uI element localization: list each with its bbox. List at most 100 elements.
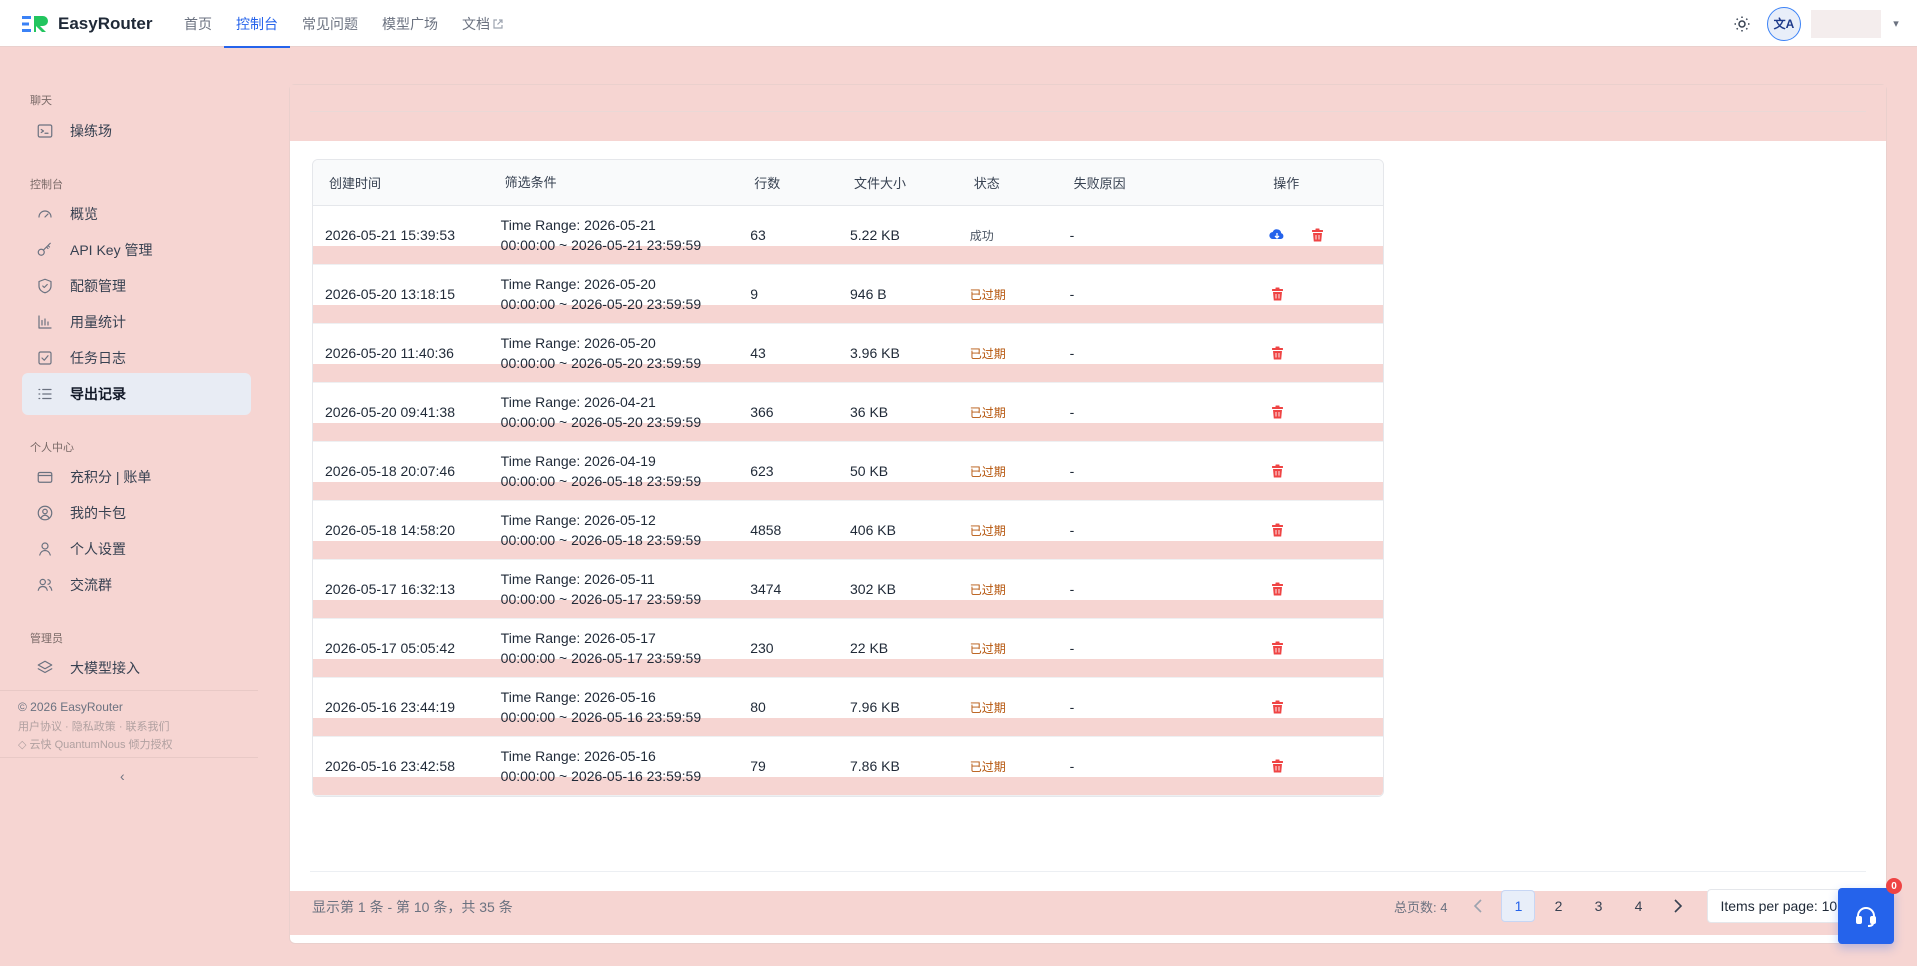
col-filter[interactable]: 筛选条件 [493,173,743,193]
created-time: 2026-05-21 15:39:53 [325,227,455,243]
top-bar: EasyRouter 首页 控制台 常见问题 模型广场 文档 文A ▾ [0,0,1917,48]
total-pages-value: 4 [1440,899,1448,915]
trash-icon[interactable] [1269,463,1285,479]
created-time: 2026-05-18 14:58:20 [325,522,455,538]
chevron-left-icon [1474,899,1483,913]
file-size: 946 B [850,286,887,302]
filter-line-1: Time Range: 2026-05-20 [500,276,656,292]
user-icon [36,540,54,558]
created-time: 2026-05-16 23:42:58 [325,758,455,774]
footer-links[interactable]: 用户协议 · 隐私政策 · 联系我们 [18,718,170,734]
file-size: 50 KB [850,463,889,479]
trash-icon[interactable] [1269,404,1285,420]
filter-condition: Time Range: 2026-05-11 00:00:00 ~ 2026-05… [493,569,743,609]
row-actions [1261,699,1383,715]
support-button[interactable] [1838,888,1894,944]
language-button[interactable]: 文A [1767,6,1801,41]
status-badge: 已过期 [969,700,1006,715]
status-badge: 已过期 [969,346,1006,361]
nav-item-3[interactable]: 模型广场 [370,0,450,47]
filter-condition: Time Range: 2026-05-21 00:00:00 ~ 2026-05… [493,215,743,255]
nav-item-4[interactable]: 文档 [450,0,515,47]
filter-line-2: 00:00:00 ~ 2026-05-16 23:59:59 [500,709,702,725]
filter-line-1: Time Range: 2026-05-20 [500,335,656,351]
brand[interactable]: EasyRouter [22,0,152,47]
filter-line-1: Time Range: 2026-05-17 [500,630,656,646]
failure-reason: - [1069,463,1075,479]
sidebar-section-title: 管理员 [30,633,63,645]
next-page-button[interactable] [1661,890,1695,922]
sidebar-item-1-5[interactable]: 导出记录 [22,373,251,415]
sidebar-item-3-0[interactable]: 大模型接入 [22,647,251,689]
collapse-sidebar-icon[interactable]: ‹ [120,768,125,784]
theme-toggle-button[interactable] [1727,9,1757,39]
divider [310,111,1866,112]
page-2-button[interactable]: 2 [1541,890,1575,922]
items-per-page-select[interactable]: Items per page: 10 [1707,889,1851,923]
filter-line-2: 00:00:00 ~ 2026-05-18 23:59:59 [500,532,702,548]
created-time: 2026-05-20 09:41:38 [325,404,455,420]
status-badge: 已过期 [969,405,1006,420]
col-size[interactable]: 文件大小 [842,173,962,192]
sidebar-item-label: 充积分 | 账单 [70,469,152,485]
failure-reason: - [1069,581,1075,597]
trash-icon[interactable] [1269,640,1285,656]
filter-line-2: 00:00:00 ~ 2026-05-20 23:59:59 [500,296,702,312]
col-created[interactable]: 创建时间 [313,173,493,192]
language-icon: 文A [1773,17,1795,31]
trash-icon[interactable] [1269,581,1285,597]
app-name: EasyRouter [58,13,153,33]
notification-badge: 0 [1886,878,1902,894]
row-count: 79 [750,758,766,774]
row-actions [1261,227,1383,243]
page-1-button[interactable]: 1 [1501,890,1536,922]
col-rows[interactable]: 行数 [742,173,842,192]
table-row: 2026-05-20 13:18:15 Time Range: 2026-05-2… [313,265,1383,324]
header-actions: 文A ▾ [1727,0,1917,47]
trash-icon[interactable] [1269,758,1285,774]
col-status[interactable]: 状态 [962,173,1062,192]
nav-item-1[interactable]: 控制台 [224,0,290,48]
trash-icon[interactable] [1269,345,1285,361]
main-nav: 首页 控制台 常见问题 模型广场 文档 [172,0,515,48]
sidebar-item-label: 配额管理 [70,278,126,294]
sidebar-item-label: 任务日志 [70,350,126,366]
filter-line-2: 00:00:00 ~ 2026-05-21 23:59:59 [500,237,702,253]
nav-item-0[interactable]: 首页 [172,0,224,47]
created-time: 2026-05-20 11:40:36 [325,345,454,361]
filter-line-2: 00:00:00 ~ 2026-05-20 23:59:59 [500,414,702,430]
page-3-button[interactable]: 3 [1581,890,1615,922]
failure-reason: - [1069,404,1075,420]
layers-icon [36,659,54,677]
powered-by[interactable]: ◇ 云快 QuantumNous 倾力授权 [18,736,173,752]
gauge-icon [36,205,54,223]
sidebar-item-label: 用量统计 [70,314,126,330]
sidebar: 聊天 操练场 控制台 概览 API Key 管理 配额管理 用量统计 任务日志 导出记录 个人中心… [0,48,258,966]
sidebar-item-2-3[interactable]: 交流群 [22,564,251,606]
row-actions [1261,404,1383,420]
nav-item-2[interactable]: 常见问题 [290,0,370,47]
failure-reason: - [1069,227,1075,243]
prev-page-button[interactable] [1461,890,1495,922]
external-link-icon [493,18,503,29]
chevron-down-icon[interactable]: ▾ [1887,15,1905,33]
col-reason[interactable]: 失败原因 [1062,173,1262,192]
row-count: 43 [750,345,766,361]
row-count: 366 [750,404,774,420]
row-count: 230 [750,640,774,656]
cloud-download-icon[interactable] [1269,227,1285,243]
trash-icon[interactable] [1269,699,1285,715]
sidebar-item-0-0[interactable]: 操练场 [22,110,251,152]
trash-icon[interactable] [1269,286,1285,302]
sidebar-item-label: 交流群 [70,577,112,593]
divider [0,690,258,691]
trash-icon[interactable] [1269,522,1285,538]
trash-icon[interactable] [1309,227,1325,243]
file-size: 3.96 KB [850,345,900,361]
user-avatar[interactable] [1811,9,1881,38]
page-4-button[interactable]: 4 [1621,890,1655,922]
users-icon [36,576,54,594]
created-time: 2026-05-20 13:18:15 [325,286,455,302]
sidebar-section-title: 个人中心 [30,442,74,454]
panel-header-band [290,85,1886,141]
